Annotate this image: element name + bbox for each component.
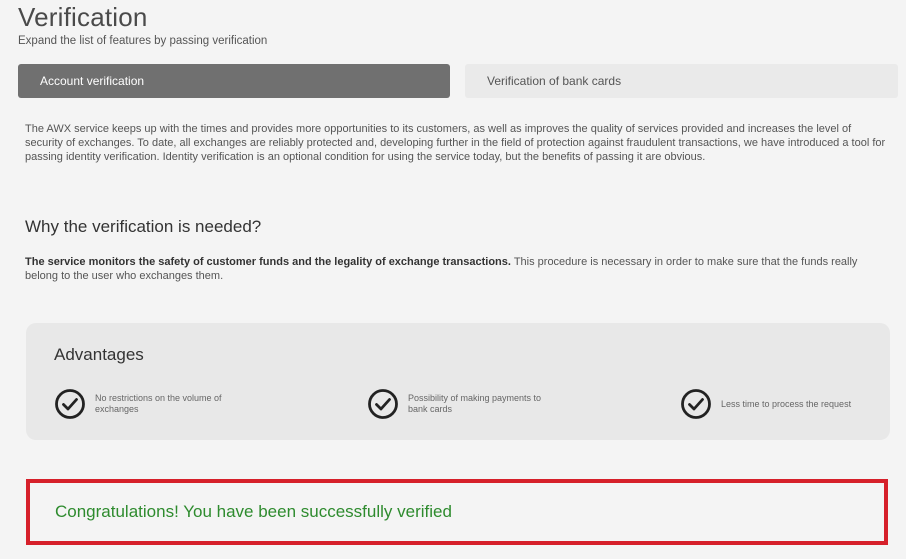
tab-bank-card-verification[interactable]: Verification of bank cards xyxy=(465,64,898,98)
tab-label: Account verification xyxy=(40,74,145,88)
success-message: Congratulations! You have been successfu… xyxy=(55,502,452,521)
check-circle-icon xyxy=(55,389,85,419)
tab-label: Verification of bank cards xyxy=(487,74,622,88)
intro-text: The AWX service keeps up with the times … xyxy=(25,123,886,163)
why-text: The service monitors the safety of custo… xyxy=(25,255,887,283)
advantages-heading: Advantages xyxy=(54,345,144,364)
advantage-item: No restrictions on the volume of exchang… xyxy=(54,388,245,420)
check-circle-icon xyxy=(681,389,711,419)
why-text-bold: The service monitors the safety of custo… xyxy=(25,256,511,268)
tab-account-verification[interactable]: Account verification xyxy=(18,64,450,98)
check-circle-icon xyxy=(368,389,398,419)
advantage-label: No restrictions on the volume of exchang… xyxy=(95,393,222,414)
advantage-item: Possibility of making payments to bank c… xyxy=(367,388,558,420)
page-title: Verification xyxy=(18,2,148,32)
advantage-label: Possibility of making payments to bank c… xyxy=(408,393,542,414)
page-subtitle: Expand the list of features by passing v… xyxy=(18,35,268,47)
verification-success-banner: Congratulations! You have been successfu… xyxy=(26,479,888,545)
advantage-item: Less time to process the request xyxy=(680,388,871,420)
advantages-panel: Advantages No restrictions on the volume… xyxy=(26,323,890,440)
advantage-label: Less time to process the request xyxy=(721,398,852,409)
why-heading: Why the verification is needed? xyxy=(25,217,262,236)
